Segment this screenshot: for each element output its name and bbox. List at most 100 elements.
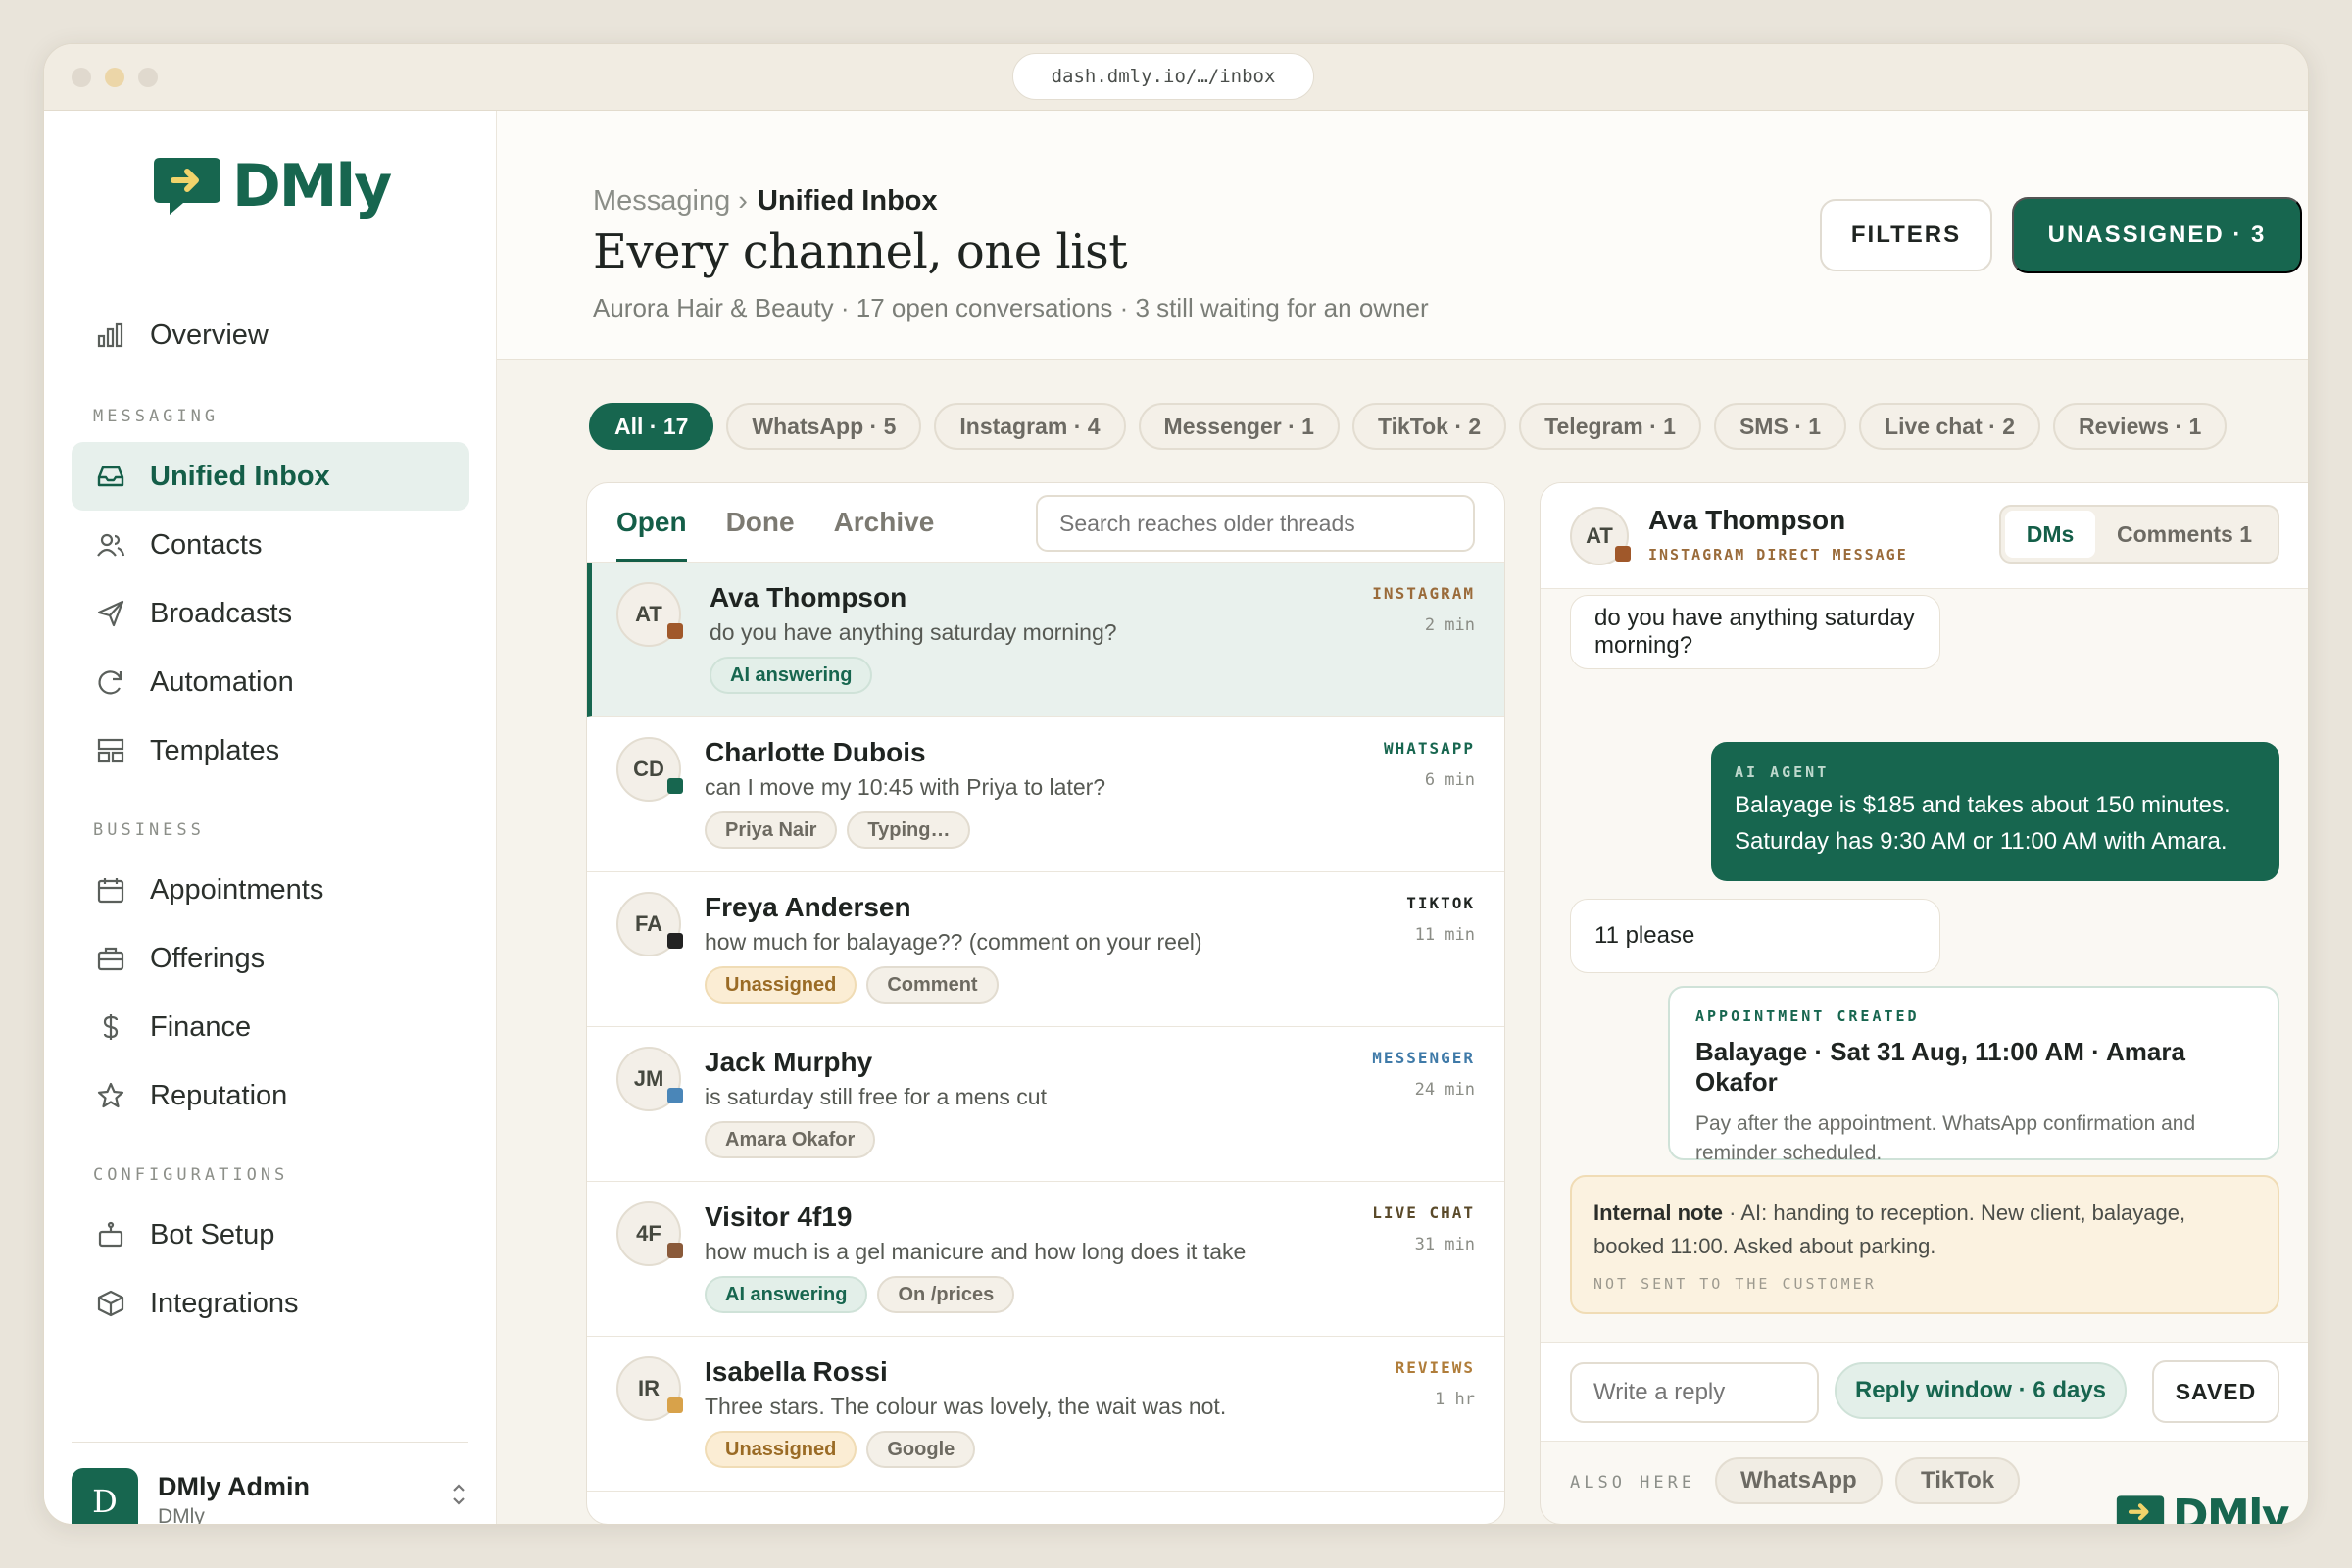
search-input[interactable]	[1036, 495, 1475, 552]
channel-indicator	[667, 623, 683, 639]
conversation-list: AT Ava Thompson do you have anything sat…	[587, 562, 1504, 1492]
conversation-tag: Comment	[866, 966, 999, 1004]
sidebar-item-automation[interactable]: Automation	[72, 648, 469, 716]
reply-bar: Reply window · 6 days SAVED	[1541, 1342, 2308, 1442]
avatar-initials: JM	[633, 1066, 664, 1091]
inbox-icon	[95, 461, 126, 492]
section-label-business: BUSINESS	[93, 820, 205, 840]
channel-filter-sms[interactable]: SMS · 1	[1713, 403, 1847, 450]
conversation-row[interactable]: CD Charlotte Dubois can I move my 10:45 …	[587, 717, 1504, 872]
send-icon	[95, 598, 126, 629]
timestamp: 2 min	[1424, 615, 1475, 635]
url-bar[interactable]: dash.dmly.io/…/inbox	[1012, 53, 1314, 100]
tab-dms[interactable]: DMs	[2005, 511, 2095, 558]
templates-icon	[95, 735, 126, 766]
reply-input[interactable]	[1570, 1362, 1819, 1423]
sidebar-item-appointments[interactable]: Appointments	[72, 856, 469, 924]
unassigned-button[interactable]: UNASSIGNED · 3	[2012, 197, 2302, 273]
watermark-text: DMly	[2173, 1491, 2290, 1525]
channel-label: REVIEWS	[1395, 1358, 1475, 1377]
title-bar: dash.dmly.io/…/inbox	[44, 44, 2308, 111]
message-preview: how much for balayage?? (comment on your…	[705, 929, 1202, 955]
avatar: D	[72, 1468, 138, 1524]
window-close-dot[interactable]	[72, 68, 91, 87]
conversation-tag: Priya Nair	[705, 811, 838, 849]
contact-name: Isabella Rossi	[705, 1356, 888, 1387]
window-zoom-dot[interactable]	[138, 68, 158, 87]
channel-indicator	[667, 1243, 683, 1258]
conversation-row[interactable]: JM Jack Murphy is saturday still free fo…	[587, 1027, 1504, 1182]
tab-comments[interactable]: Comments 1	[2095, 511, 2274, 558]
sidebar-item-label: Overview	[150, 318, 269, 351]
timestamp: 1 hr	[1435, 1390, 1475, 1409]
account-org: DMly	[158, 1505, 205, 1525]
sidebar-item-label: Bot Setup	[150, 1218, 275, 1250]
message-preview: can I move my 10:45 with Priya to later?	[705, 774, 1106, 800]
conversation-row[interactable]: FA Freya Andersen how much for balayage?…	[587, 872, 1504, 1027]
sidebar-item-bot-setup[interactable]: Bot Setup	[72, 1200, 469, 1269]
tab-open[interactable]: Open	[616, 483, 687, 562]
channel-filter-live-chat[interactable]: Live chat · 2	[1859, 403, 2040, 450]
sidebar-item-finance[interactable]: Finance	[72, 993, 469, 1061]
tab-archive[interactable]: Archive	[834, 483, 935, 560]
channel-label: LIVE CHAT	[1372, 1203, 1475, 1222]
conversation-row[interactable]: IR Isabella Rossi Three stars. The colou…	[587, 1337, 1504, 1492]
sidebar-item-offerings[interactable]: Offerings	[72, 924, 469, 993]
channel-filter-all[interactable]: All · 17	[589, 403, 714, 450]
conversation-tag: On /prices	[877, 1276, 1015, 1313]
sidebar-item-label: Automation	[150, 665, 294, 698]
saved-button[interactable]: SAVED	[2152, 1360, 2279, 1423]
avatar: 4F	[616, 1201, 683, 1266]
breadcrumb-current: Unified Inbox	[757, 185, 938, 217]
channel-indicator	[1615, 546, 1631, 562]
avatar-initials: 4F	[636, 1221, 662, 1246]
account-name: DMly Admin	[158, 1472, 310, 1501]
conversation-header: AT Ava Thompson INSTAGRAM DIRECT MESSAGE…	[1541, 483, 2308, 589]
appointment-card[interactable]: APPOINTMENT CREATED Balayage · Sat 31 Au…	[1668, 986, 2279, 1164]
sidebar-item-label: Broadcasts	[150, 597, 293, 629]
appointment-label: APPOINTMENT CREATED	[1695, 1007, 1920, 1025]
channel-label: WHATSAPP	[1383, 739, 1475, 758]
also-here-label: ALSO HERE	[1570, 1473, 1696, 1493]
section-label-configurations: CONFIGURATIONS	[93, 1165, 289, 1185]
timestamp: 31 min	[1414, 1235, 1475, 1254]
sidebar-item-broadcasts[interactable]: Broadcasts	[72, 579, 469, 648]
incoming-message: 11 please	[1570, 899, 1940, 973]
channel-filter-messenger[interactable]: Messenger · 1	[1138, 403, 1340, 450]
sidebar-item-integrations[interactable]: Integrations	[72, 1269, 469, 1338]
conversation-tag: Google	[866, 1431, 976, 1468]
sidebar-item-contacts[interactable]: Contacts	[72, 511, 469, 579]
window-minimize-dot[interactable]	[105, 68, 124, 87]
also-here-tiktok[interactable]: TikTok	[1895, 1457, 2021, 1504]
calendar-icon	[95, 874, 126, 906]
dollar-icon	[95, 1011, 126, 1043]
channel-filter-instagram[interactable]: Instagram · 4	[934, 403, 1126, 450]
contact-name: Jack Murphy	[705, 1047, 873, 1077]
internal-note-title: Internal note	[1593, 1200, 1724, 1225]
conversation-row[interactable]: AT Ava Thompson do you have anything sat…	[587, 563, 1504, 717]
account-switcher[interactable]: D DMly Admin DMly	[72, 1442, 468, 1525]
channel-filter-telegram[interactable]: Telegram · 1	[1519, 403, 1701, 450]
sidebar-item-unified-inbox[interactable]: Unified Inbox	[72, 442, 469, 511]
also-here-whatsapp[interactable]: WhatsApp	[1715, 1457, 1883, 1504]
filters-button[interactable]: FILTERS	[1820, 199, 1992, 271]
message-preview: is saturday still free for a mens cut	[705, 1084, 1047, 1109]
breadcrumb-parent[interactable]: Messaging ›	[593, 185, 748, 217]
channel-filter-whatsapp[interactable]: WhatsApp · 5	[726, 403, 922, 450]
avatar: AT	[616, 582, 683, 647]
tab-done[interactable]: Done	[726, 483, 795, 560]
channel-filter-reviews[interactable]: Reviews · 1	[2052, 403, 2228, 450]
sidebar-item-reputation[interactable]: Reputation	[72, 1061, 469, 1130]
page-title: Every channel, one list	[593, 224, 1128, 279]
sidebar-item-label: Finance	[150, 1010, 252, 1043]
brand-logo[interactable]: DMly	[150, 152, 392, 220]
channel-indicator	[667, 933, 683, 949]
avatar-initials: IR	[638, 1376, 660, 1400]
conversation-row[interactable]: 4F Visitor 4f19 how much is a gel manicu…	[587, 1182, 1504, 1337]
sidebar-item-overview[interactable]: Overview	[72, 301, 469, 369]
channel-filter-tiktok[interactable]: TikTok · 2	[1351, 403, 1507, 450]
reply-window-badge: Reply window · 6 days	[1835, 1362, 2127, 1419]
message-preview: how much is a gel manicure and how long …	[705, 1239, 1247, 1264]
sidebar-item-templates[interactable]: Templates	[72, 716, 469, 785]
section-label-messaging: MESSAGING	[93, 407, 220, 426]
